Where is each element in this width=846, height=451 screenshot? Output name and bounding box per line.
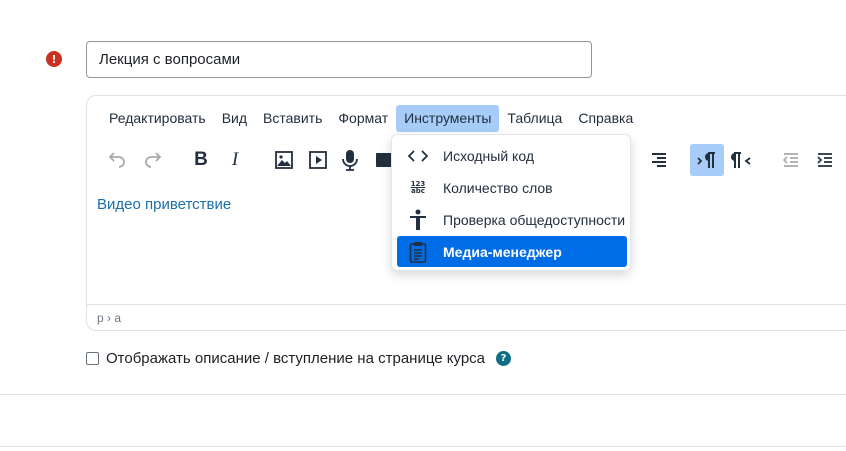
align-right-button[interactable]	[642, 144, 676, 176]
menu-item-accessibility-check[interactable]: Проверка общедоступности	[397, 204, 627, 235]
menu-item-word-count[interactable]: 123 abc Количество слов	[397, 172, 627, 203]
outdent-icon	[782, 153, 798, 167]
menu-help[interactable]: Справка	[570, 105, 641, 132]
menu-item-label: Исходный код	[443, 147, 534, 164]
video-icon	[309, 151, 327, 169]
menu-item-source-code[interactable]: Исходный код	[397, 140, 627, 171]
align-right-icon	[652, 153, 666, 167]
microphone-icon	[342, 150, 358, 171]
redo-icon	[145, 152, 162, 168]
accessibility-icon	[407, 209, 429, 231]
rtl-icon	[731, 152, 751, 168]
indent-icon	[817, 153, 832, 167]
show-description-label[interactable]: Отображать описание / вступление на стра…	[106, 350, 485, 367]
menu-insert[interactable]: Вставить	[255, 105, 330, 132]
menu-format[interactable]: Формат	[330, 105, 396, 132]
section-divider	[0, 394, 846, 395]
editor-statusbar: p › a	[87, 304, 846, 330]
element-path[interactable]: p › a	[97, 311, 121, 325]
tools-menu: Исходный код 123 abc Количество слов Про…	[391, 134, 631, 271]
required-icon: !	[46, 51, 62, 67]
media-manager-icon	[407, 241, 429, 263]
editor-content[interactable]: Видео приветствие	[97, 196, 231, 213]
bold-button[interactable]: B	[184, 144, 218, 176]
menu-edit[interactable]: Редактировать	[101, 105, 214, 132]
ltr-icon	[697, 152, 715, 168]
indent-button[interactable]	[808, 144, 842, 176]
bold-icon: B	[194, 149, 208, 170]
menu-item-media-manager[interactable]: Медиа-менеджер	[397, 236, 627, 267]
section-divider	[0, 446, 846, 447]
menu-item-label: Медиа-менеджер	[443, 243, 562, 260]
name-input[interactable]	[86, 41, 592, 78]
question-circle-icon[interactable]: ?	[496, 351, 511, 366]
ltr-button[interactable]	[690, 144, 724, 176]
show-description-row: Отображать описание / вступление на стра…	[86, 350, 511, 367]
rtl-button[interactable]	[725, 144, 759, 176]
italic-icon: I	[231, 149, 239, 170]
source-code-icon	[407, 145, 429, 167]
video-greeting-link[interactable]: Видео приветствие	[97, 196, 231, 213]
redo-button[interactable]	[136, 144, 170, 176]
undo-icon	[108, 152, 125, 168]
image-button[interactable]	[267, 144, 301, 176]
italic-button[interactable]: I	[218, 144, 252, 176]
show-description-checkbox[interactable]	[86, 352, 99, 365]
image-icon	[275, 151, 293, 169]
menu-view[interactable]: Вид	[214, 105, 255, 132]
undo-button[interactable]	[100, 144, 134, 176]
menu-item-label: Количество слов	[443, 179, 553, 196]
word-count-icon: 123 abc	[410, 179, 426, 195]
video-button[interactable]	[301, 144, 335, 176]
menu-table[interactable]: Таблица	[499, 105, 570, 132]
outdent-button[interactable]	[774, 144, 808, 176]
menu-item-label: Проверка общедоступности	[443, 211, 626, 228]
record-audio-button[interactable]	[333, 144, 367, 176]
menu-tools[interactable]: Инструменты	[396, 104, 500, 132]
